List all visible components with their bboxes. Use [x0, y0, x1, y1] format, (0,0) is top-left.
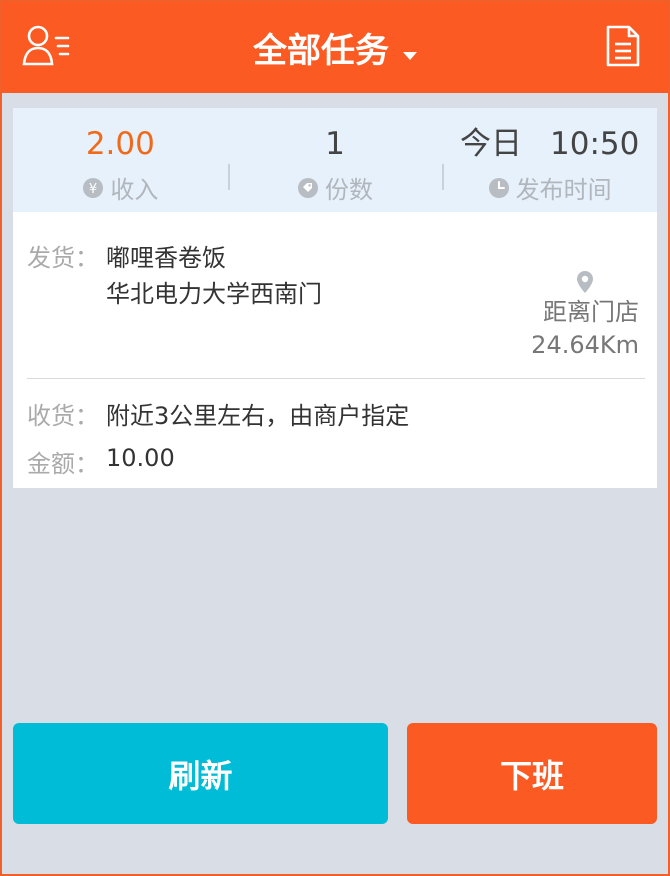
ship-label: 发货： [27, 244, 99, 272]
page-title: 全部任务 [253, 31, 389, 71]
header-bar: 全部任务 [2, 2, 668, 93]
publish-time-label: 发布时间 [515, 176, 612, 204]
publish-clock: 10:50 [550, 126, 640, 162]
income-value: 2.00 [85, 126, 155, 162]
ship-name: 嘟哩香卷饭 [106, 244, 226, 272]
refresh-button[interactable]: 刷新 [13, 723, 388, 824]
document-button[interactable] [578, 2, 668, 93]
task-filter-dropdown[interactable]: 全部任务 [2, 2, 668, 93]
tag-icon [297, 177, 319, 199]
count-label: 份数 [325, 176, 373, 204]
location-pin-icon [531, 270, 639, 294]
receive-label: 收货： [27, 402, 99, 430]
order-card[interactable]: 发货： 嘟哩香卷饭 华北电力大学西南门 距离门店 24.64Km 收货： 附近3… [13, 212, 657, 488]
amount-label: 金额： [27, 450, 99, 478]
caret-down-icon [403, 29, 417, 69]
income-stat: 2.00 ¥ 收入 [13, 108, 228, 212]
count-value: 1 [325, 126, 345, 162]
count-stat: 1 份数 [227, 108, 443, 212]
svg-text:¥: ¥ [89, 182, 97, 197]
clock-icon [488, 177, 510, 199]
divider [27, 378, 645, 379]
document-icon [605, 24, 641, 72]
distance-label: 距离门店 [543, 298, 639, 326]
off-work-button[interactable]: 下班 [407, 723, 657, 824]
app-window: 全部任务 2.00 ¥ 收入 1 份数 今日 10:50 发布时间 发货： 嘟哩… [0, 0, 670, 876]
publish-time-value: 今日 10:50 [460, 124, 639, 164]
receive-value: 附近3公里左右，由商户指定 [106, 402, 410, 430]
distance-info: 距离门店 24.64Km [531, 270, 639, 362]
yen-icon: ¥ [82, 177, 104, 199]
income-label: 收入 [110, 176, 159, 204]
ship-address: 华北电力大学西南门 [106, 280, 322, 308]
publish-day: 今日 [460, 126, 522, 162]
distance-value: 24.64Km [531, 331, 639, 359]
publish-time-stat: 今日 10:50 发布时间 [442, 108, 657, 212]
summary-panel: 2.00 ¥ 收入 1 份数 今日 10:50 发布时间 [13, 108, 657, 212]
amount-value: 10.00 [106, 444, 175, 472]
